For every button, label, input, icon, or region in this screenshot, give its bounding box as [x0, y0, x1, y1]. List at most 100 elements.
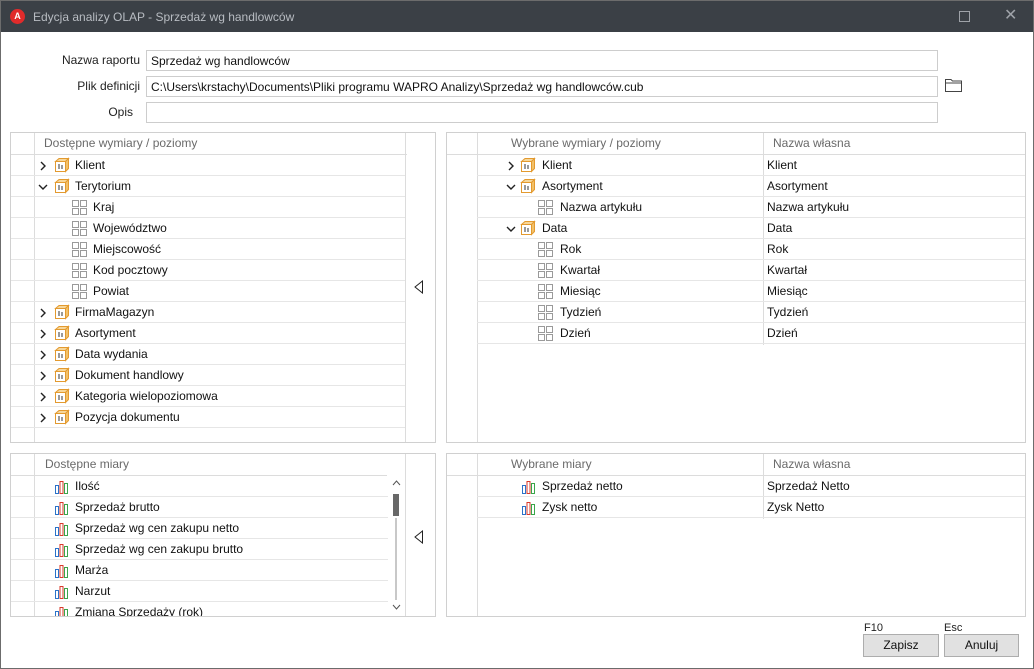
- definition-file-label: Plik definicji: [77, 79, 140, 93]
- scroll-down-icon[interactable]: [392, 604, 401, 610]
- custom-name-cell: Tydzień: [767, 305, 809, 319]
- selected-dimensions-custom-header: Nazwa własna: [773, 136, 851, 150]
- chevron-right-icon[interactable]: [38, 392, 48, 402]
- measure-bar-chart-icon: [522, 502, 535, 515]
- selected-dimension-row[interactable]: Rok Rok: [477, 239, 1025, 260]
- available-measure-row[interactable]: Ilość: [11, 476, 388, 497]
- selected-dimension-row[interactable]: Kwartał Kwartał: [477, 260, 1025, 281]
- chevron-right-icon[interactable]: [38, 371, 48, 381]
- available-measures-header: Dostępne miary: [11, 454, 387, 476]
- level-grid-icon: [538, 326, 553, 341]
- chevron-right-icon[interactable]: [38, 413, 48, 423]
- selected-measure-row[interactable]: Zysk netto Zysk Netto: [477, 497, 1025, 518]
- selected-dimension-row[interactable]: Klient Klient: [477, 155, 1025, 176]
- available-dimension-row[interactable]: Województwo: [11, 218, 405, 239]
- chevron-right-icon[interactable]: [38, 308, 48, 318]
- level-label: Miejscowość: [93, 242, 162, 256]
- selected-dimension-row[interactable]: Dzień Dzień: [477, 323, 1025, 344]
- available-dimension-row[interactable]: Pozycja dokumentu: [11, 407, 405, 428]
- selected-dimensions-header: Wybrane wymiary / poziomy Nazwa własna: [447, 133, 1025, 155]
- selected-dimension-row[interactable]: Miesiąc Miesiąc: [477, 281, 1025, 302]
- report-name-label: Nazwa raportu: [61, 53, 140, 67]
- chevron-right-icon[interactable]: [38, 350, 48, 360]
- folder-icon[interactable]: [945, 78, 962, 92]
- selected-measure-row[interactable]: Sprzedaż netto Sprzedaż Netto: [477, 476, 1025, 497]
- available-measures-header-label: Dostępne miary: [45, 457, 130, 471]
- available-dimension-row[interactable]: Terytorium: [11, 176, 405, 197]
- level-label: Kwartał: [560, 263, 601, 277]
- definition-file-input[interactable]: C:\Users\krstachy\Documents\Pliki progra…: [146, 76, 938, 97]
- available-measure-row[interactable]: Sprzedaż brutto: [11, 497, 388, 518]
- title-bar[interactable]: A Edycja analizy OLAP - Sprzedaż wg hand…: [1, 1, 1033, 32]
- move-dimension-left-button[interactable]: [413, 280, 425, 294]
- selected-dimensions-panel: Wybrane wymiary / poziomy Nazwa własna K…: [446, 132, 1026, 443]
- close-icon[interactable]: ✕: [1004, 7, 1020, 25]
- chevron-down-icon[interactable]: [38, 182, 48, 192]
- available-dimension-row[interactable]: Data wydania: [11, 344, 405, 365]
- available-dimension-row[interactable]: Klient: [11, 155, 405, 176]
- measures-scrollbar[interactable]: [388, 476, 405, 616]
- available-dimension-row[interactable]: Kategoria wielopoziomowa: [11, 386, 405, 407]
- available-dimensions-header-label: Dostępne wymiary / poziomy: [44, 136, 198, 150]
- scroll-up-icon[interactable]: [392, 480, 401, 486]
- available-dimension-row[interactable]: Kod pocztowy: [11, 260, 405, 281]
- dimension-cube-icon: [54, 367, 70, 383]
- available-dimension-row[interactable]: Asortyment: [11, 323, 405, 344]
- available-dimension-row[interactable]: Dokument handlowy: [11, 365, 405, 386]
- chevron-right-icon[interactable]: [38, 329, 48, 339]
- chevron-down-icon[interactable]: [506, 182, 516, 192]
- dimension-cube-icon: [54, 325, 70, 341]
- measure-label: Zysk netto: [542, 500, 598, 514]
- save-button[interactable]: Zapisz: [863, 634, 939, 657]
- measure-bar-chart-icon: [55, 544, 68, 557]
- available-dimension-row[interactable]: Kraj: [11, 197, 405, 218]
- available-measure-row[interactable]: Narzut: [11, 581, 388, 602]
- cancel-shortcut-hint: Esc: [944, 622, 963, 634]
- available-dimension-row[interactable]: Powiat: [11, 281, 405, 302]
- dimension-label: Klient: [542, 158, 573, 172]
- level-label: Powiat: [93, 284, 130, 298]
- available-measure-row[interactable]: Sprzedaż wg cen zakupu netto: [11, 518, 388, 539]
- measure-label: Narzut: [75, 584, 111, 598]
- app-logo-icon: A: [10, 9, 25, 24]
- dimension-cube-icon: [54, 409, 70, 425]
- scroll-thumb[interactable]: [393, 494, 399, 516]
- move-measure-left-button[interactable]: [413, 530, 425, 544]
- dimension-label: Pozycja dokumentu: [75, 410, 180, 424]
- chevron-down-icon[interactable]: [506, 224, 516, 234]
- selected-measures-custom-header: Nazwa własna: [773, 457, 851, 471]
- available-measure-row[interactable]: Sprzedaż wg cen zakupu brutto: [11, 539, 388, 560]
- available-measure-row[interactable]: Zmiana Sprzedaży (rok): [11, 602, 388, 616]
- level-grid-icon: [538, 263, 553, 278]
- available-measure-row[interactable]: Marża: [11, 560, 388, 581]
- chevron-right-icon[interactable]: [38, 161, 48, 171]
- selected-dimension-row[interactable]: Asortyment Asortyment: [477, 176, 1025, 197]
- measure-bar-chart-icon: [55, 502, 68, 515]
- available-dimension-row[interactable]: FirmaMagazyn: [11, 302, 405, 323]
- level-grid-icon: [72, 221, 87, 236]
- selected-dimension-row[interactable]: Data Data: [477, 218, 1025, 239]
- available-dimension-row[interactable]: Miejscowość: [11, 239, 405, 260]
- measure-bar-chart-icon: [55, 523, 68, 536]
- selected-measures-header-label: Wybrane miary: [511, 457, 592, 471]
- level-grid-icon: [72, 284, 87, 299]
- level-grid-icon: [72, 263, 87, 278]
- dimension-cube-icon: [54, 388, 70, 404]
- measure-label: Sprzedaż brutto: [75, 500, 160, 514]
- olap-edit-dialog: A Edycja analizy OLAP - Sprzedaż wg hand…: [0, 0, 1034, 669]
- chevron-right-icon[interactable]: [506, 161, 516, 171]
- dimension-label: Asortyment: [542, 179, 603, 193]
- selected-dimension-row[interactable]: Tydzień Tydzień: [477, 302, 1025, 323]
- maximize-icon[interactable]: [959, 11, 970, 22]
- level-label: Miesiąc: [560, 284, 601, 298]
- dimension-label: Klient: [75, 158, 106, 172]
- report-name-input[interactable]: Sprzedaż wg handlowców: [146, 50, 938, 71]
- selected-dimension-row[interactable]: Nazwa artykułu Nazwa artykułu: [477, 197, 1025, 218]
- dimension-cube-icon: [520, 178, 536, 194]
- description-input[interactable]: [146, 102, 938, 123]
- available-dimensions-header: Dostępne wymiary / poziomy: [11, 133, 407, 155]
- panel-inner-divider: [405, 454, 406, 616]
- level-label: Województwo: [93, 221, 167, 235]
- cancel-button[interactable]: Anuluj: [944, 634, 1019, 657]
- scroll-track[interactable]: [395, 518, 397, 600]
